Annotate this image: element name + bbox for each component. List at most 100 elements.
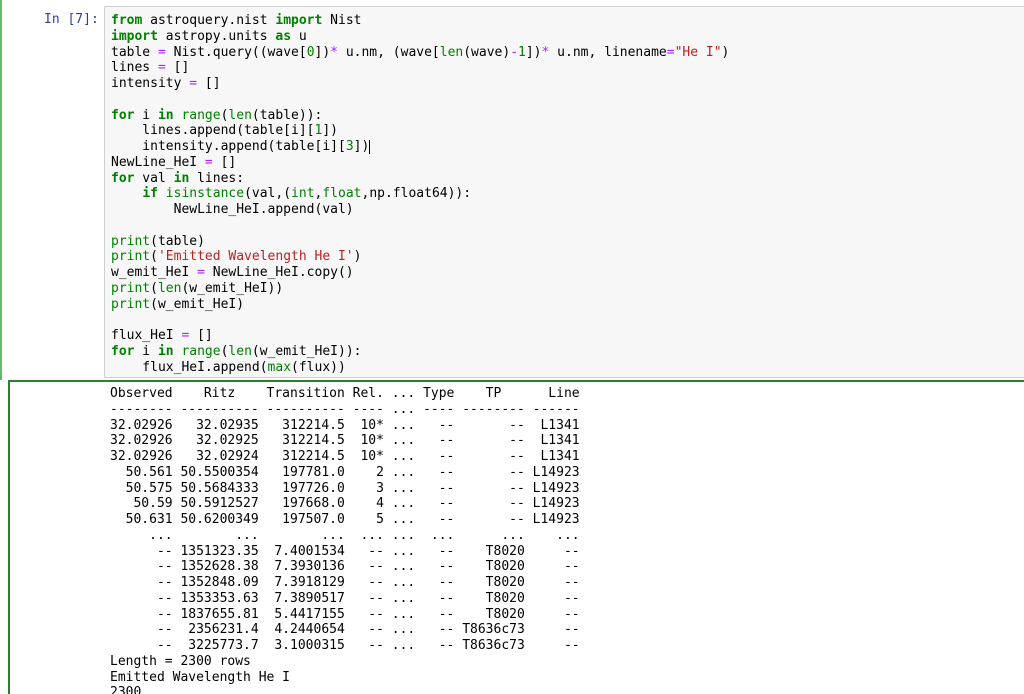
input-prompt: In [7]: <box>44 12 99 27</box>
code-token: if <box>142 186 158 202</box>
code-token: print <box>111 233 151 249</box>
code-token: Nist.query((wave[ <box>165 44 307 60</box>
code-token: lines <box>111 60 158 76</box>
code-token: for <box>111 170 135 186</box>
code-token: in <box>157 343 174 359</box>
code-token: w_emit_HeI <box>111 265 198 280</box>
code-token: flux_HeI <box>111 328 182 343</box>
code-token: u <box>291 28 307 44</box>
code-token: (w_emit_HeI)): <box>251 343 362 359</box>
code-token: u.nm, (wave[ <box>338 44 440 60</box>
output-line: ... ... ... ... ... ... ... ... <box>110 527 580 543</box>
cell-output: Observed Ritz Transition Rel. ... Type T… <box>104 386 1024 694</box>
output-line: 50.575 50.5684333 197726.0 3 ... -- -- L… <box>110 480 580 496</box>
code-token: (w_emit_HeI) <box>150 296 245 312</box>
output-line: Emitted Wavelength He I <box>110 669 291 685</box>
code-token: (val,( <box>244 186 292 202</box>
cell-selected-bar <box>0 0 2 380</box>
code-token: NewLine_HeI <box>111 154 205 170</box>
output-line: -- 1837655.81 5.4417155 -- ... -- T8020 … <box>110 606 580 622</box>
code-token: ]) <box>314 44 331 60</box>
code-token: print <box>111 296 151 312</box>
code-editor[interactable]: from astroquery.nist import Nist import … <box>104 6 1024 378</box>
output-line: -------- ---------- ---------- ---- ... … <box>110 401 580 417</box>
code-token: astropy.units <box>157 28 276 44</box>
code-token: range <box>181 343 221 359</box>
code-token: in <box>173 170 190 186</box>
code-token: [] <box>197 76 221 91</box>
code-token: intensity <box>111 76 190 91</box>
code-token: for <box>111 343 135 359</box>
code-token: table <box>111 44 158 60</box>
code-token: u.nm, linename <box>549 44 667 60</box>
output-line: 2300 <box>110 685 142 694</box>
output-line: 50.631 50.6200349 197507.0 5 ... -- -- L… <box>110 512 580 527</box>
code-token: in <box>157 107 174 123</box>
output-line: 50.59 50.5912527 197668.0 4 ... -- -- L1… <box>110 496 580 512</box>
code-token: float <box>322 186 362 202</box>
output-line: 50.561 50.5500354 197781.0 2 ... -- -- L… <box>110 464 580 480</box>
code-token: import <box>111 28 158 44</box>
code-token: (table) <box>150 233 205 249</box>
code-token: print <box>111 249 151 265</box>
code-token: NewLine_HeI.copy() <box>204 265 354 280</box>
code-token: val <box>134 170 174 186</box>
code-token: 'Emitted Wavelength He I' <box>157 249 354 265</box>
code-line: for val in lines: <box>111 171 244 186</box>
text-cursor <box>369 139 371 154</box>
output-line: 32.02926 32.02925 312214.5 10* ... -- --… <box>110 433 580 449</box>
code-token: from <box>111 13 143 28</box>
code-token: = <box>204 154 213 170</box>
output-line: -- 1352848.09 7.3918129 -- ... -- T8020 … <box>110 575 580 590</box>
code-line: NewLine_HeI.append(val) <box>111 202 354 217</box>
code-token: ( <box>150 280 158 296</box>
code-token: i <box>134 343 158 359</box>
code-token: = <box>157 44 166 60</box>
output-line: -- 1351323.35 7.4001534 -- ... -- T8020 … <box>110 543 580 559</box>
code-token: flux_HeI.append( <box>111 359 268 375</box>
output-divider <box>8 380 1024 382</box>
code-token: (w_emit_HeI)) <box>181 280 284 296</box>
code-token: [] <box>165 60 190 76</box>
code-token: intensity.append(table[i][ <box>111 139 346 154</box>
code-line: if isinstance(val,(int,float,np.float64)… <box>111 186 471 201</box>
output-line: Observed Ritz Transition Rel. ... Type T… <box>110 386 580 401</box>
code-token: = <box>666 44 675 60</box>
code-line: lines = [] <box>111 60 189 75</box>
code-line: from astroquery.nist import Nist <box>111 13 361 28</box>
output-line: Length = 2300 rows <box>110 653 251 669</box>
code-token: 1 <box>518 44 526 60</box>
output-bar <box>8 380 10 694</box>
code-token: len <box>439 44 464 60</box>
code-token: isinstance <box>165 186 245 202</box>
code-line: print(len(w_emit_HeI)) <box>111 281 283 296</box>
code-token: 0 <box>306 44 315 60</box>
output-line: -- 1353353.63 7.3890517 -- ... -- T8020 … <box>110 590 580 606</box>
code-token: NewLine_HeI.append(val) <box>111 202 354 217</box>
code-token: [] <box>189 328 213 343</box>
code-line: intensity = [] <box>111 76 221 91</box>
code-token: import <box>275 13 323 28</box>
code-token: as <box>275 28 292 44</box>
code-token: Nist <box>322 13 362 28</box>
code-token: lines.append(table[i][ <box>111 123 315 139</box>
code-token: "He I" <box>674 44 722 60</box>
code-token: - <box>510 44 519 60</box>
code-token: ]) <box>353 139 370 154</box>
output-line: -- 1352628.38 7.3930136 -- ... -- T8020 … <box>110 559 580 575</box>
code-token: max <box>267 359 292 375</box>
code-token: range <box>181 107 221 123</box>
code-token: [] <box>212 154 237 170</box>
code-token: = <box>157 60 166 76</box>
code-token: ) <box>721 44 730 60</box>
code-token: len <box>228 343 252 359</box>
code-token: len <box>157 280 182 296</box>
output-text: Observed Ritz Transition Rel. ... Type T… <box>110 386 580 694</box>
code-line: print(table) <box>111 234 205 249</box>
code-line: print('Emitted Wavelength He I') <box>111 249 361 264</box>
code-token: 3 <box>345 139 354 154</box>
code-token: * <box>330 44 338 60</box>
code-text[interactable]: from astroquery.nist import Nist import … <box>111 13 729 375</box>
code-token: print <box>111 280 151 296</box>
